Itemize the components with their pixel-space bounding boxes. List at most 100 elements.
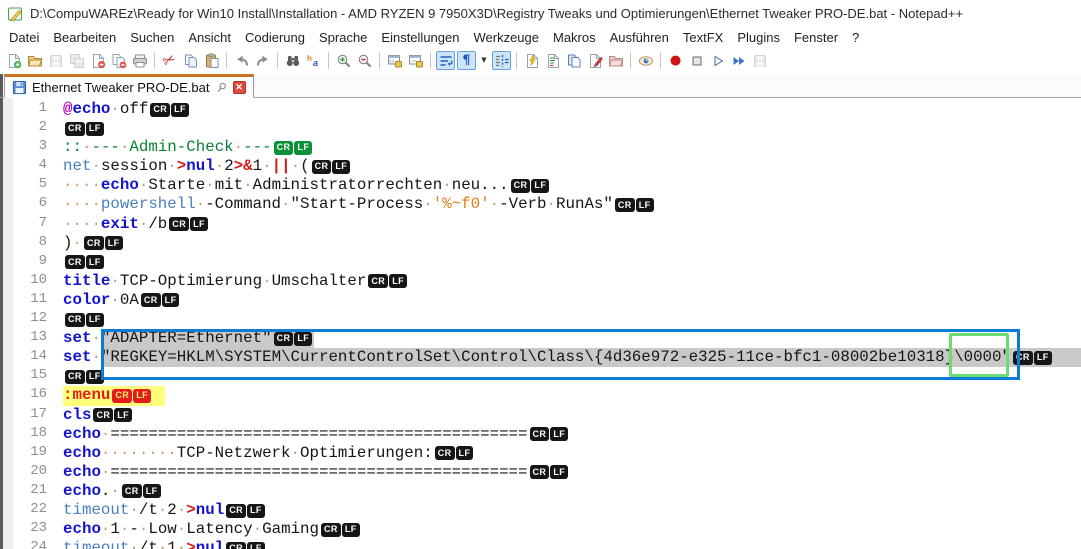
new-file-icon[interactable]	[4, 51, 23, 70]
toolbar-separator	[630, 52, 631, 69]
macro-run-multiple-icon[interactable]	[729, 51, 748, 70]
function-list-icon[interactable]	[543, 51, 562, 70]
code-token: "Start-Process	[291, 195, 424, 214]
code-token: /b	[148, 215, 167, 234]
code-token: )	[63, 234, 72, 253]
eol-crlf-marker: CRLF	[167, 215, 210, 234]
paste-icon[interactable]	[202, 51, 221, 70]
code-token: net	[63, 157, 91, 176]
code-token: ||	[272, 157, 291, 176]
menu-einstellungen[interactable]: Einstellungen	[374, 28, 466, 47]
code-line: CRLF	[63, 253, 1081, 272]
menu-makros[interactable]: Makros	[546, 28, 603, 47]
code-token: Gaming	[262, 520, 319, 539]
menu-textfx[interactable]: TextFX	[676, 28, 730, 47]
code-line: CRLF	[63, 310, 1081, 329]
eol-crlf-marker: CRLF	[63, 253, 106, 272]
code-token: ·	[139, 176, 148, 195]
cut-icon[interactable]: ✂	[160, 51, 179, 70]
code-token: set	[63, 348, 91, 367]
redo-icon[interactable]	[253, 51, 272, 70]
text-area[interactable]: @echo·offCRLFCRLF::·---·Admin-Check·---C…	[63, 98, 1081, 549]
toolbar-separator	[379, 52, 380, 69]
copy-icon[interactable]	[181, 51, 200, 70]
open-file-icon[interactable]	[25, 51, 44, 70]
macro-save-icon	[750, 51, 769, 70]
menu-codierung[interactable]: Codierung	[238, 28, 312, 47]
macro-stop-icon[interactable]	[687, 51, 706, 70]
word-wrap-icon[interactable]	[436, 51, 455, 70]
macro-play-icon[interactable]	[708, 51, 727, 70]
line-number: 20	[13, 463, 50, 482]
menu-datei[interactable]: Datei	[2, 28, 46, 47]
code-token: @	[63, 100, 72, 119]
menu-bearbeiten[interactable]: Bearbeiten	[46, 28, 123, 47]
close-all-icon[interactable]	[109, 51, 128, 70]
pin-icon[interactable]	[212, 78, 230, 96]
menu-suchen[interactable]: Suchen	[123, 28, 181, 47]
editor-area: 123456789101112131415161718192021222324 …	[0, 98, 1081, 549]
menu-help[interactable]: ?	[845, 28, 866, 47]
code-token: ·	[120, 520, 129, 539]
menu-sprache[interactable]: Sprache	[312, 28, 374, 47]
document-map-icon[interactable]	[522, 51, 541, 70]
eol-crlf-marker: CRLF	[148, 100, 191, 119]
document-switcher-icon[interactable]	[564, 51, 583, 70]
tab-bar: Ethernet Tweaker PRO-DE.bat ✕	[0, 74, 1081, 98]
code-line: echo.·CRLF	[63, 482, 1081, 501]
code-token: ---	[91, 138, 119, 157]
selection-fill	[1054, 348, 1081, 367]
eol-crlf-marker: CRLF	[509, 176, 552, 195]
code-token: ·	[215, 157, 224, 176]
line-number: 7	[13, 215, 50, 234]
tab-ethernet-tweaker[interactable]: Ethernet Tweaker PRO-DE.bat ✕	[4, 74, 254, 98]
eol-crlf-marker: CRLF	[433, 444, 476, 463]
indent-guide-icon[interactable]	[492, 51, 511, 70]
line-number: 11	[13, 291, 50, 310]
code-token: color	[63, 291, 110, 310]
app-icon	[7, 6, 23, 22]
sync-horizontal-icon[interactable]	[406, 51, 425, 70]
print-icon[interactable]	[130, 51, 149, 70]
code-token: ·	[281, 195, 290, 214]
menu-ausführen[interactable]: Ausführen	[603, 28, 676, 47]
find-icon[interactable]	[283, 51, 302, 70]
code-token: ·	[91, 157, 100, 176]
replace-icon[interactable]: ha	[304, 51, 323, 70]
file-monitoring-icon[interactable]	[636, 51, 655, 70]
menu-fenster[interactable]: Fenster	[787, 28, 845, 47]
line-number: 12	[13, 310, 50, 329]
project-folder-icon[interactable]	[606, 51, 625, 70]
code-token: ·	[167, 157, 176, 176]
show-all-characters-dropdown-icon[interactable]: ▼	[478, 51, 490, 70]
code-line: set·"REGKEY=HKLM\SYSTEM\CurrentControlSe…	[63, 348, 1081, 367]
menu-ansicht[interactable]: Ansicht	[181, 28, 238, 47]
eol-crlf-marker: CRLF	[91, 406, 134, 425]
menu-werkzeuge[interactable]: Werkzeuge	[466, 28, 546, 47]
zoom-out-icon[interactable]	[355, 51, 374, 70]
code-token: ---	[243, 138, 271, 157]
code-token: timeout	[63, 539, 129, 549]
code-token: ····	[63, 195, 101, 214]
code-token: ·	[139, 215, 148, 234]
close-file-icon[interactable]	[88, 51, 107, 70]
macro-record-icon[interactable]: ●	[666, 51, 685, 70]
undo-icon[interactable]	[232, 51, 251, 70]
code-token: ·	[129, 501, 138, 520]
code-token: 2	[167, 501, 176, 520]
eol-crlf-marker: CRLF	[224, 501, 267, 520]
toolbar-separator	[660, 52, 661, 69]
close-tab-icon[interactable]: ✕	[233, 81, 246, 94]
edit-popup-icon[interactable]	[585, 51, 604, 70]
eol-crlf-marker: CRLF	[224, 539, 267, 549]
eol-crlf-marker: CRLF	[319, 520, 362, 539]
code-token: timeout	[63, 501, 129, 520]
zoom-in-icon[interactable]	[334, 51, 353, 70]
code-token: ========================================…	[110, 425, 527, 444]
show-all-characters-icon[interactable]: ¶	[457, 51, 476, 70]
sync-vertical-icon[interactable]	[385, 51, 404, 70]
toolbar-separator	[226, 52, 227, 69]
toolbar-separator	[277, 52, 278, 69]
line-number: 22	[13, 501, 50, 520]
menu-plugins[interactable]: Plugins	[730, 28, 787, 47]
